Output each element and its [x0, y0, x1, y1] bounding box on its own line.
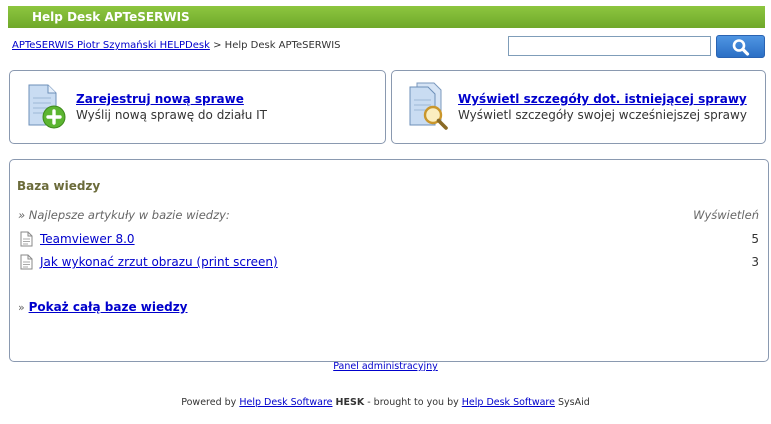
admin-panel-link[interactable]: Panel administracyjny — [333, 361, 438, 372]
document-search-icon — [409, 82, 448, 130]
footer-brand: HESK — [335, 397, 365, 408]
footer-link-help-desk-software[interactable]: Help Desk Software — [239, 397, 332, 408]
document-add-icon — [28, 84, 66, 129]
new-ticket-tile[interactable]: Zarejestruj nową sprawe Wyślij nową spra… — [9, 70, 386, 144]
footer-brought-by: - brought to you by — [367, 397, 459, 408]
breadcrumb-current: Help Desk APTeSERWIS — [224, 40, 341, 51]
kb-top-articles-label: » Najlepsze artykuły w bazie wiedzy: — [18, 208, 230, 222]
knowledge-base-panel: Baza wiedzy » Najlepsze artykuły w bazie… — [9, 159, 769, 362]
kb-views-header: Wyświetleń — [693, 208, 759, 222]
view-ticket-tile[interactable]: Wyświetl szczegóły dot. istniejącej spra… — [391, 70, 766, 144]
footer-sysaid: SysAid — [557, 397, 590, 408]
new-ticket-description: Wyślij nową sprawę do działu IT — [76, 108, 267, 122]
kb-show-all-link[interactable]: Pokaż całą baze wiedzy — [29, 300, 188, 314]
kb-show-all-prefix: » — [18, 301, 25, 314]
view-ticket-link[interactable]: Wyświetl szczegóły dot. istniejącej spra… — [458, 92, 747, 106]
search-input[interactable] — [508, 36, 711, 56]
kb-article-link[interactable]: Teamviewer 8.0 — [40, 232, 135, 246]
footer: Powered by Help Desk Software HESK - bro… — [0, 397, 771, 408]
kb-show-all: » Pokaż całą baze wiedzy — [18, 300, 188, 314]
page-title: Help Desk APTeSERWIS — [32, 10, 190, 24]
view-ticket-description: Wyświetl szczegóły swojej wcześniejszej … — [458, 108, 747, 122]
document-icon — [20, 254, 33, 270]
magnifier-icon — [732, 38, 749, 56]
kb-article-views: 3 — [751, 255, 759, 269]
search-button[interactable] — [716, 35, 765, 58]
footer-powered-by: Powered by — [181, 397, 237, 408]
kb-article-row: Teamviewer 8.0 5 — [20, 231, 759, 249]
kb-article-link[interactable]: Jak wykonać zrzut obrazu (print screen) — [40, 255, 278, 269]
admin-panel-link-container: Panel administracyjny — [0, 361, 771, 372]
breadcrumb-home-link[interactable]: APTeSERWIS Piotr Szymański HELPDesk — [12, 40, 210, 51]
kb-title: Baza wiedzy — [17, 179, 101, 193]
new-ticket-link[interactable]: Zarejestruj nową sprawe — [76, 92, 244, 106]
document-icon — [20, 231, 33, 247]
breadcrumb: APTeSERWIS Piotr Szymański HELPDesk > He… — [12, 40, 341, 51]
breadcrumb-separator: > — [213, 40, 222, 51]
kb-article-row: Jak wykonać zrzut obrazu (print screen) … — [20, 254, 759, 272]
header-bar: Help Desk APTeSERWIS — [8, 6, 765, 28]
kb-article-views: 5 — [751, 232, 759, 246]
footer-link-help-desk-software-2[interactable]: Help Desk Software — [462, 397, 555, 408]
